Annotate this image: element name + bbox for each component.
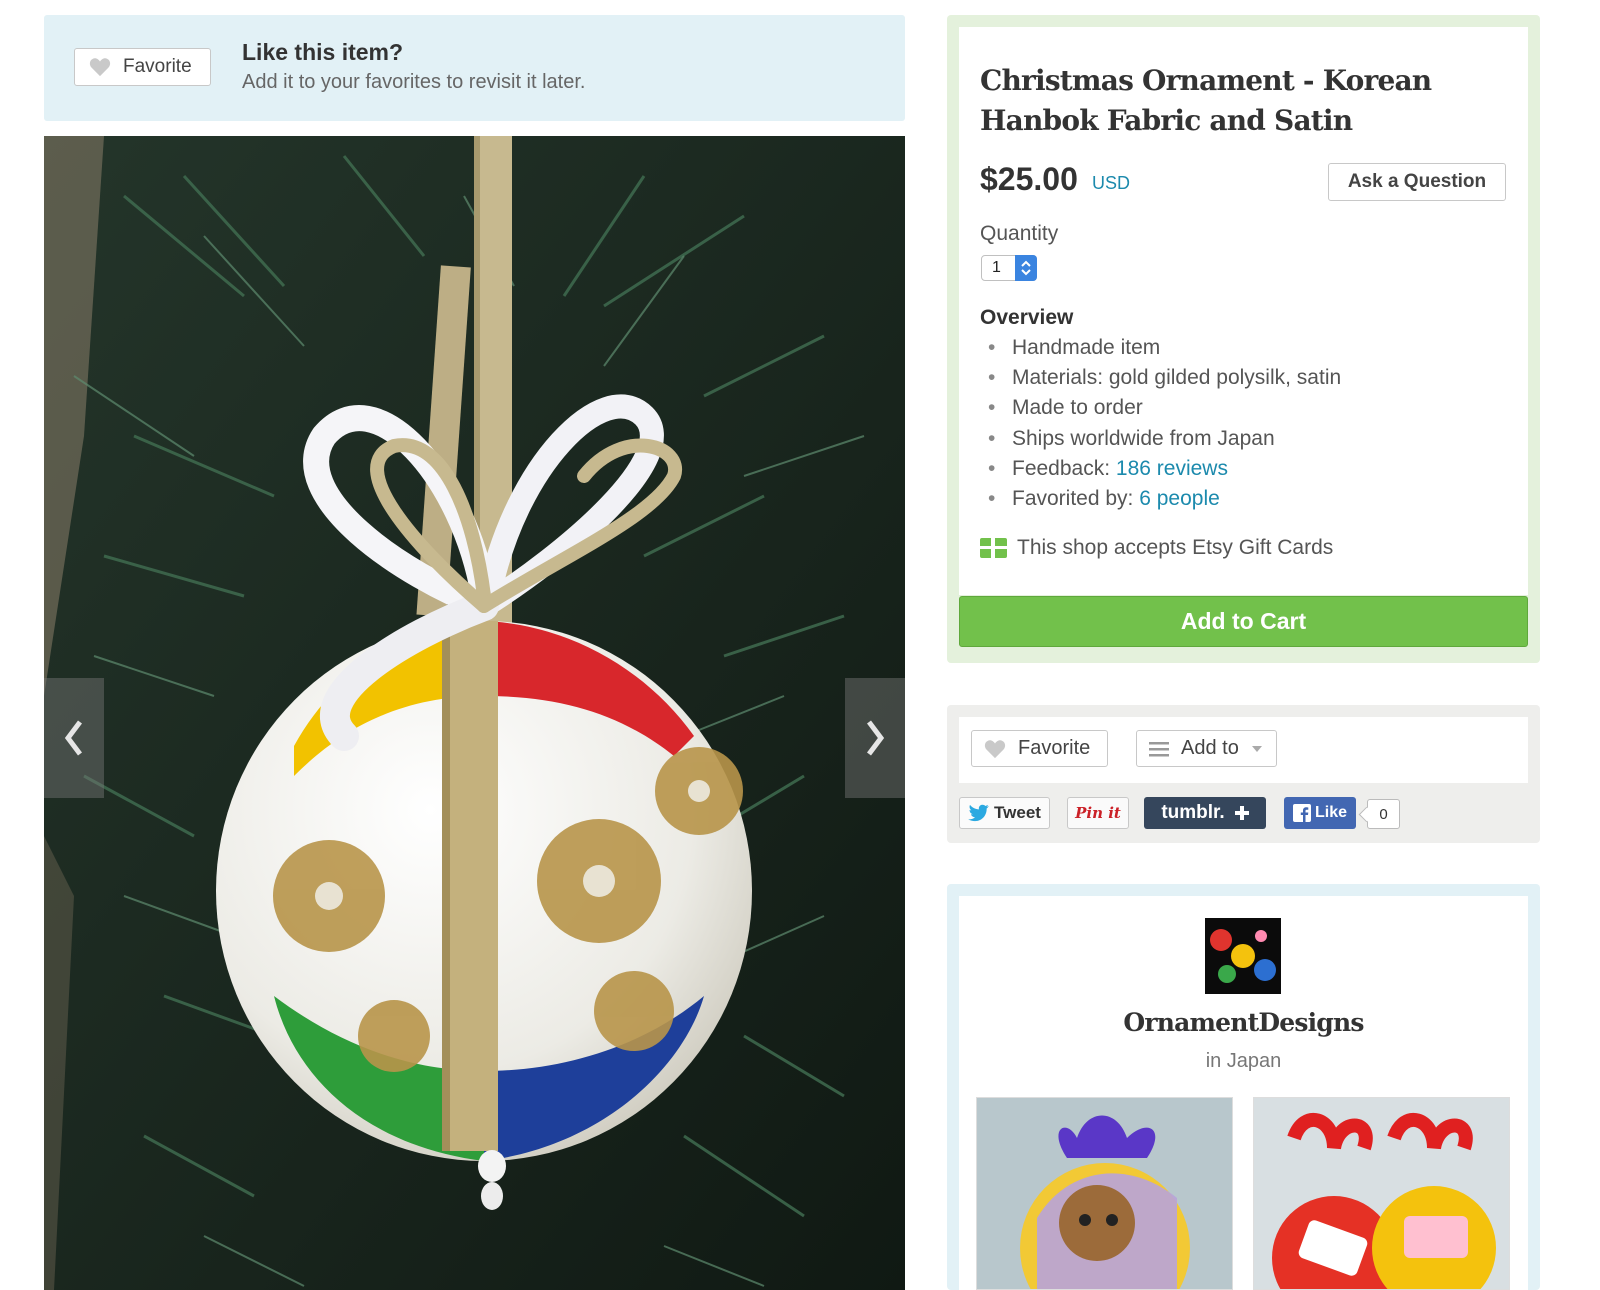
like-count: 0 xyxy=(1367,799,1400,829)
favorite-heading: Like this item? xyxy=(242,39,404,65)
babys-first-christmas-ornament-image xyxy=(1254,1098,1509,1289)
shop-item-thumbnail[interactable] xyxy=(1253,1097,1510,1290)
gift-card-notice: This shop accepts Etsy Gift Cards xyxy=(980,536,1333,560)
quantity-value: 1 xyxy=(992,259,1001,276)
overview-item-materials: Materials: gold gilded polysilk, satin xyxy=(980,363,1341,393)
previous-image-button[interactable] xyxy=(44,678,104,798)
facebook-like-button[interactable]: Like xyxy=(1284,797,1356,829)
listing-title: Christmas Ornament - Korean Hanbok Fabri… xyxy=(980,64,1432,137)
overview-item-favorited: Favorited by: 6 people xyxy=(980,484,1341,514)
favorite-add-bar: Favorite Add to xyxy=(959,717,1528,783)
like-label: Like xyxy=(1314,804,1347,821)
facebook-icon xyxy=(1292,804,1311,822)
monkey-ornament-image xyxy=(977,1098,1232,1289)
feedback-label: Feedback: xyxy=(1012,456,1111,480)
overview-list: Handmade item Materials: gold gilded pol… xyxy=(980,333,1341,514)
favorited-people-link[interactable]: 6 people xyxy=(1139,487,1220,510)
favorite-button[interactable]: Favorite xyxy=(74,48,211,86)
tumblr-share-button[interactable]: tumblr. xyxy=(1144,797,1266,829)
favorite-banner: Favorite Like this item? Add it to your … xyxy=(44,15,905,121)
pin-it-button[interactable]: Pin it xyxy=(1067,797,1129,829)
shop-avatar[interactable] xyxy=(1205,918,1281,994)
buy-box: Christmas Ornament - Korean Hanbok Fabri… xyxy=(947,15,1540,663)
quantity-label: Quantity xyxy=(980,222,1059,245)
tweet-label: Tweet xyxy=(994,803,1041,822)
stepper-arrows-icon xyxy=(1015,255,1037,281)
favorite-item-label: Favorite xyxy=(1018,737,1091,759)
favorite-subtext: Add it to your favorites to revisit it l… xyxy=(242,71,586,93)
add-to-cart-button[interactable]: Add to Cart xyxy=(959,596,1528,647)
favorite-button-label: Favorite xyxy=(123,56,192,77)
ornament-photo-image xyxy=(44,136,905,1290)
twitter-bird-icon xyxy=(968,804,989,822)
shop-name[interactable]: OrnamentDesigns xyxy=(959,1008,1528,1037)
feedback-reviews-link[interactable]: 186 reviews xyxy=(1116,457,1228,480)
favorited-label: Favorited by: xyxy=(1012,486,1134,510)
heart-icon xyxy=(89,58,111,77)
share-box: Favorite Add to Tweet Pin it tumblr. Lik… xyxy=(947,705,1540,843)
caret-down-icon xyxy=(1251,745,1262,752)
favorite-item-button[interactable]: Favorite xyxy=(971,730,1108,767)
tweet-button[interactable]: Tweet xyxy=(959,797,1050,829)
listing-photo[interactable] xyxy=(44,136,905,1290)
shop-info: OrnamentDesigns in Japan xyxy=(959,896,1528,1290)
listing-details: Christmas Ornament - Korean Hanbok Fabri… xyxy=(959,27,1528,595)
shop-logo-image xyxy=(1205,918,1281,994)
listing-price: $25.00 xyxy=(980,161,1078,197)
overview-item-feedback: Feedback: 186 reviews xyxy=(980,454,1341,484)
gift-card-icon xyxy=(980,538,1007,558)
ask-question-button[interactable]: Ask a Question xyxy=(1328,163,1506,201)
shop-location: in Japan xyxy=(1205,1050,1282,1072)
overview-item-made-to-order: Made to order xyxy=(980,393,1341,423)
list-icon xyxy=(1149,741,1169,756)
overview-item-ships: Ships worldwide from Japan xyxy=(980,424,1341,454)
add-to-list-button[interactable]: Add to xyxy=(1136,730,1277,767)
shop-box: OrnamentDesigns in Japan xyxy=(947,884,1540,1290)
gift-card-text: This shop accepts Etsy Gift Cards xyxy=(1017,536,1334,559)
overview-heading: Overview xyxy=(980,306,1074,329)
chevron-left-icon xyxy=(64,720,82,756)
quantity-select[interactable]: 1 xyxy=(981,255,1037,281)
heart-icon xyxy=(984,739,1006,758)
next-image-button[interactable] xyxy=(845,678,905,798)
currency-label: USD xyxy=(1092,173,1131,193)
plus-icon xyxy=(1234,806,1249,820)
shop-item-thumbnail[interactable] xyxy=(976,1097,1233,1290)
chevron-right-icon xyxy=(867,720,885,756)
tumblr-label: tumblr. xyxy=(1161,802,1225,823)
overview-item-handmade: Handmade item xyxy=(980,333,1341,363)
add-to-label: Add to xyxy=(1181,737,1239,759)
